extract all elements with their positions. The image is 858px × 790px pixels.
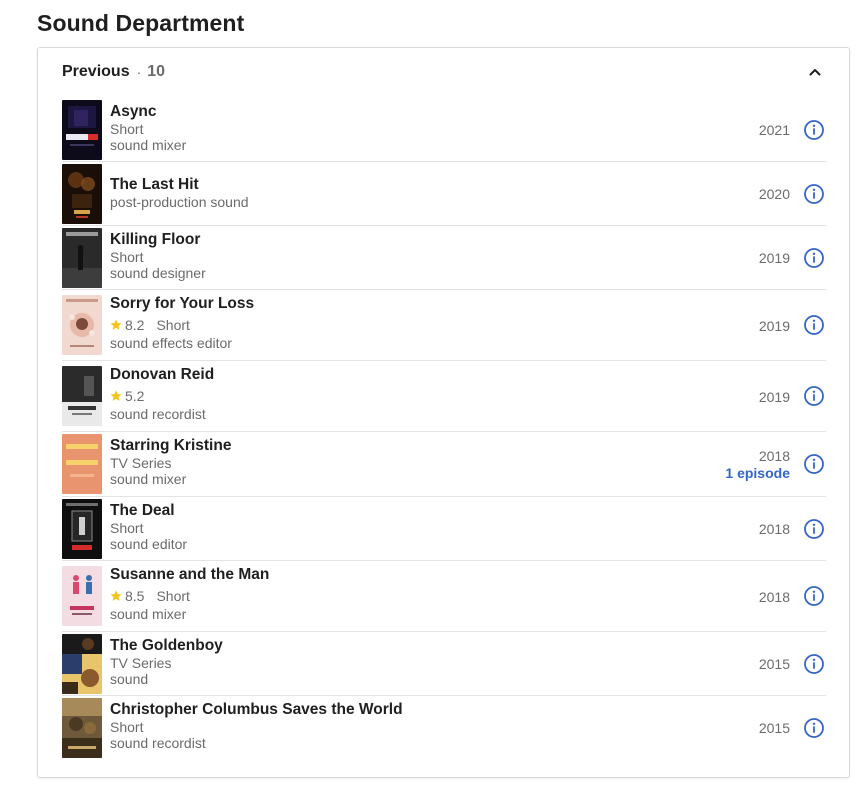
credit-title-link[interactable]: Christopher Columbus Saves the World	[110, 701, 403, 719]
info-icon[interactable]	[803, 119, 825, 141]
credit-count: 10	[147, 63, 166, 80]
credit-type: Short	[110, 249, 144, 265]
credit-year: 2018	[758, 448, 790, 464]
credits-panel: Previous · 10 Async Short sound mixer 20…	[37, 47, 850, 778]
info-icon[interactable]	[803, 717, 825, 739]
credit-row[interactable]: Susanne and the Man 8.5 Short sound mixe…	[62, 561, 826, 632]
credit-row[interactable]: Async Short sound mixer 2021	[62, 98, 826, 162]
credit-row[interactable]: The Last Hit post-production sound 2020	[62, 162, 826, 226]
credit-title-link[interactable]: Donovan Reid	[110, 366, 214, 384]
credit-row[interactable]: Christopher Columbus Saves the World Sho…	[62, 696, 826, 760]
credit-year: 2019	[758, 250, 790, 266]
star-icon	[110, 590, 122, 601]
credit-role: sound mixer	[110, 471, 187, 487]
credit-type: Short	[156, 588, 190, 604]
credit-role: sound recordist	[110, 406, 206, 422]
credit-row[interactable]: Starring Kristine TV Series sound mixer …	[62, 432, 826, 497]
previous-credits-toggle[interactable]: Previous · 10	[38, 48, 849, 96]
credit-title-link[interactable]: The Last Hit	[110, 176, 249, 194]
credit-role: sound mixer	[110, 137, 187, 153]
count-separator: ·	[136, 64, 142, 80]
episode-count-link[interactable]: 1 episode	[725, 465, 790, 481]
poster-image[interactable]	[62, 634, 102, 694]
credit-type: Short	[156, 317, 190, 333]
poster-image[interactable]	[62, 434, 102, 494]
poster-image[interactable]	[62, 366, 102, 426]
credit-role: post-production sound	[110, 194, 249, 210]
info-icon[interactable]	[803, 314, 825, 336]
star-icon	[110, 390, 122, 401]
credit-type: Short	[110, 121, 144, 137]
rating-value: 5.2	[125, 388, 145, 404]
credit-role: sound	[110, 671, 149, 687]
rating-value: 8.2	[125, 317, 145, 333]
credit-row[interactable]: Killing Floor Short sound designer 2019	[62, 226, 826, 290]
credit-type: Short	[110, 719, 144, 735]
credit-title-link[interactable]: Sorry for Your Loss	[110, 295, 254, 313]
poster-image[interactable]	[62, 698, 102, 758]
poster-image[interactable]	[62, 499, 102, 559]
poster-image[interactable]	[62, 295, 102, 355]
credit-type: TV Series	[110, 655, 172, 671]
credit-row[interactable]: The Goldenboy TV Series sound 2015	[62, 632, 826, 696]
credit-year: 2019	[758, 318, 790, 334]
rating-value: 8.5	[125, 588, 145, 604]
credit-role: sound editor	[110, 536, 188, 552]
credit-title-link[interactable]: Susanne and the Man	[110, 566, 269, 584]
panel-heading: Previous	[62, 63, 130, 80]
credit-year: 2015	[758, 720, 790, 736]
poster-image[interactable]	[62, 100, 102, 160]
credit-year: 2015	[758, 656, 790, 672]
credit-row[interactable]: Donovan Reid 5.2 sound recordist 2019	[62, 361, 826, 432]
info-icon[interactable]	[803, 385, 825, 407]
info-icon[interactable]	[803, 518, 825, 540]
credit-title-link[interactable]: The Goldenboy	[110, 637, 223, 655]
credit-list: Async Short sound mixer 2021 The Last Hi…	[62, 98, 826, 760]
poster-image[interactable]	[62, 566, 102, 626]
credit-year: 2021	[758, 122, 790, 138]
star-icon	[110, 319, 122, 330]
chevron-up-icon[interactable]	[809, 66, 821, 78]
credit-title-link[interactable]: Starring Kristine	[110, 437, 231, 455]
credit-role: sound effects editor	[110, 335, 232, 351]
credit-type: TV Series	[110, 455, 172, 471]
info-icon[interactable]	[803, 183, 825, 205]
poster-image[interactable]	[62, 228, 102, 288]
poster-image[interactable]	[62, 164, 102, 224]
credit-type: Short	[110, 520, 144, 536]
section-title: Sound Department	[37, 10, 245, 36]
credit-row[interactable]: Sorry for Your Loss 8.2 Short sound effe…	[62, 290, 826, 361]
credit-role: sound designer	[110, 265, 206, 281]
info-icon[interactable]	[803, 247, 825, 269]
credit-year: 2019	[758, 389, 790, 405]
info-icon[interactable]	[803, 653, 825, 675]
credit-year: 2020	[758, 186, 790, 202]
credit-title-link[interactable]: Async	[110, 103, 186, 121]
credit-row[interactable]: The Deal Short sound editor 2018	[62, 497, 826, 561]
credit-role: sound mixer	[110, 606, 187, 622]
credit-title-link[interactable]: Killing Floor	[110, 231, 206, 249]
info-icon[interactable]	[803, 453, 825, 475]
credit-year: 2018	[758, 589, 790, 605]
info-icon[interactable]	[803, 585, 825, 607]
credit-year: 2018	[758, 521, 790, 537]
credit-role: sound recordist	[110, 735, 206, 751]
credit-title-link[interactable]: The Deal	[110, 502, 187, 520]
